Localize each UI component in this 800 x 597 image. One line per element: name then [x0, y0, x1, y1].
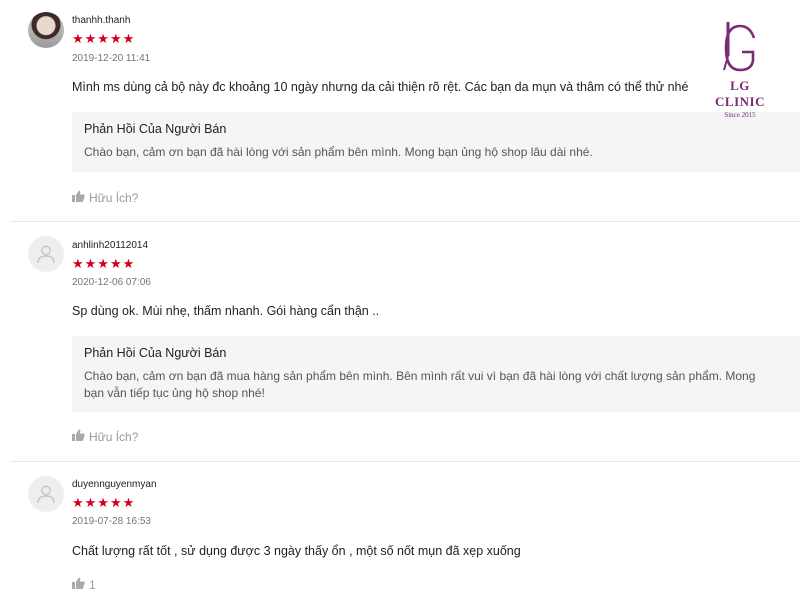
- thumbs-up-icon: [72, 429, 85, 444]
- helpful-button[interactable]: 1: [72, 577, 96, 592]
- review-date: 2019-12-20 11:41: [72, 53, 151, 64]
- thumbs-up-icon: [72, 190, 85, 205]
- review-date: 2019-07-28 16:53: [72, 516, 151, 527]
- thumbs-up-icon: [72, 577, 85, 592]
- review-item: duyennguyenmyan ★★★★★ 2019-07-28 16:53 C…: [0, 462, 800, 597]
- helpful-count: 1: [89, 577, 96, 592]
- helpful-button[interactable]: Hữu Ích?: [72, 190, 138, 205]
- seller-reply: Phản Hồi Của Người Bán Chào bạn, cảm ơn …: [72, 336, 800, 412]
- review-comment: Sp dùng ok. Mùi nhẹ, thấm nhanh. Gói hàn…: [72, 304, 380, 318]
- review-comment: Chất lượng rất tốt , sử dụng được 3 ngày…: [72, 544, 521, 558]
- brand-name: LG CLINIC: [715, 78, 765, 109]
- review-item: thanhh.thanh ★★★★★ 2019-12-20 11:41 Mình…: [0, 0, 800, 222]
- reply-title: Phản Hồi Của Người Bán: [84, 122, 227, 136]
- helpful-label: Hữu Ích?: [89, 190, 139, 205]
- reply-text: Chào bạn, cảm ơn bạn đã hài lòng với sản…: [84, 145, 593, 159]
- avatar[interactable]: [28, 236, 64, 272]
- seller-reply: Phản Hồi Của Người Bán Chào bạn, cảm ơn …: [72, 112, 800, 172]
- reply-text-line: bạn vẫn tiếp tục ủng hộ shop nhé!: [84, 386, 265, 400]
- reply-title: Phản Hồi Của Người Bán: [84, 346, 227, 360]
- brand-since: Since 2015: [724, 111, 756, 119]
- lg-monogram-icon: [705, 18, 775, 76]
- username[interactable]: anhlinh20112014: [72, 240, 148, 251]
- avatar[interactable]: [28, 476, 64, 512]
- review-comment: Mình ms dùng cả bộ này đc khoảng 10 ngày…: [72, 80, 689, 94]
- reply-text-line: Chào bạn, cảm ơn bạn đã mua hàng sản phẩ…: [84, 369, 756, 383]
- username[interactable]: thanhh.thanh: [72, 15, 130, 26]
- star-rating: ★★★★★: [72, 256, 136, 271]
- review-item: anhlinh20112014 ★★★★★ 2020-12-06 07:06 S…: [0, 222, 800, 462]
- helpful-button[interactable]: Hữu Ích?: [72, 429, 138, 444]
- review-date: 2020-12-06 07:06: [72, 277, 151, 288]
- star-rating: ★★★★★: [72, 495, 136, 510]
- brand-logo: LG CLINIC Since 2015: [705, 18, 775, 119]
- helpful-label: Hữu Ích?: [89, 429, 139, 444]
- username[interactable]: duyennguyenmyan: [72, 479, 157, 490]
- avatar[interactable]: [28, 12, 64, 48]
- star-rating: ★★★★★: [72, 31, 136, 46]
